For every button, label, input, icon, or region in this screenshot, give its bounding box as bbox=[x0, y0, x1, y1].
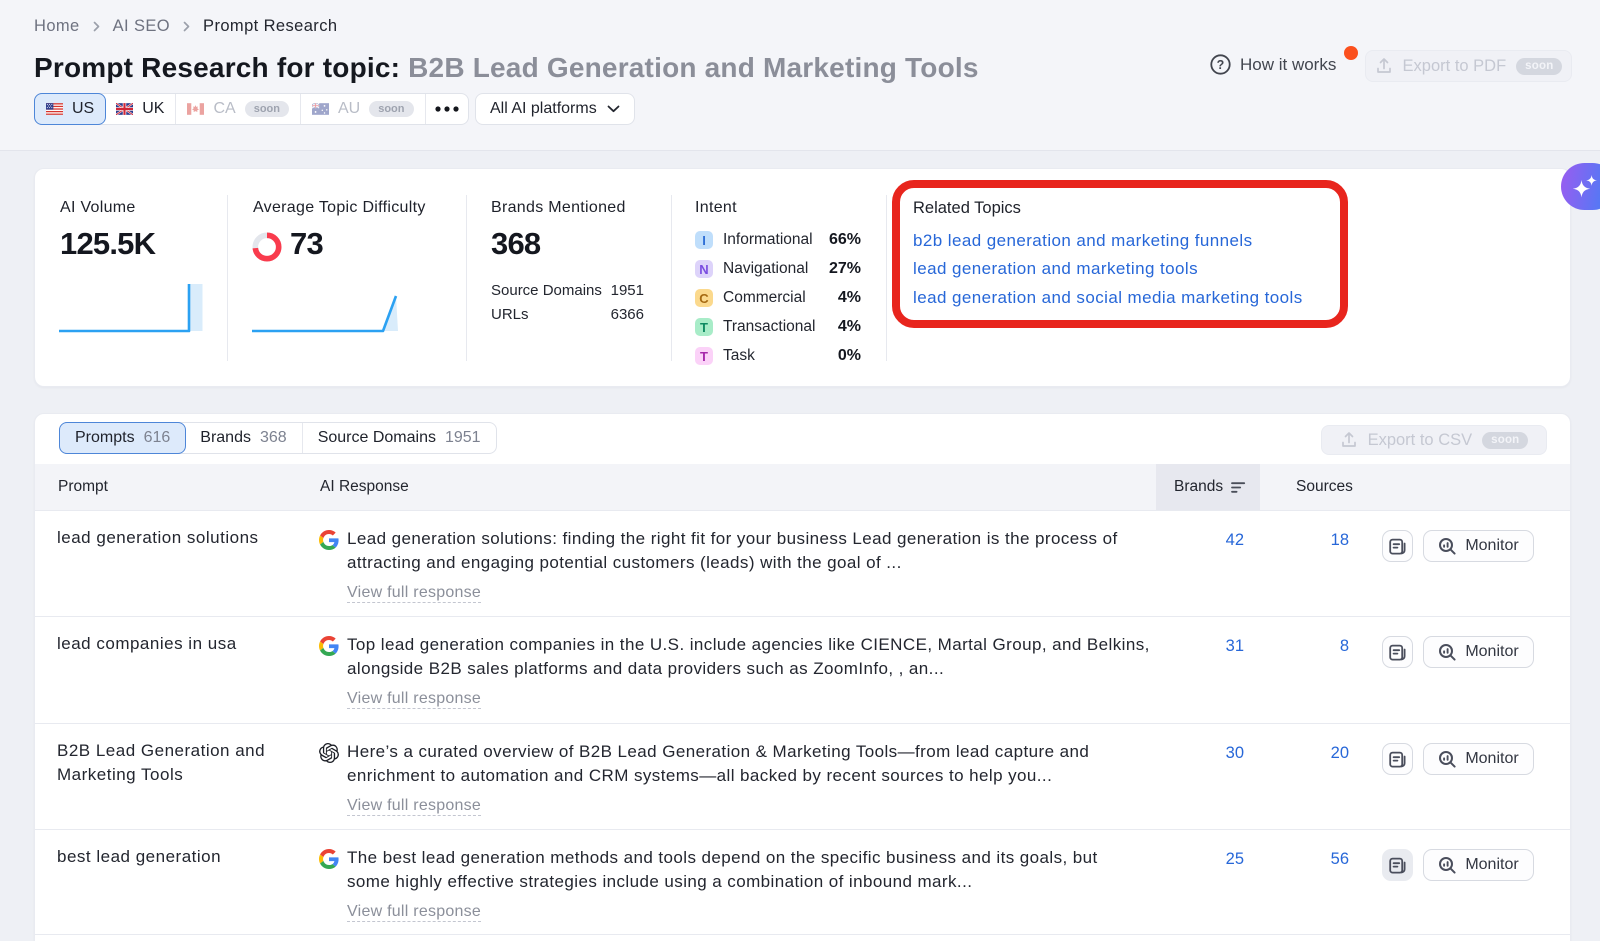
svg-text:?: ? bbox=[1217, 58, 1225, 72]
